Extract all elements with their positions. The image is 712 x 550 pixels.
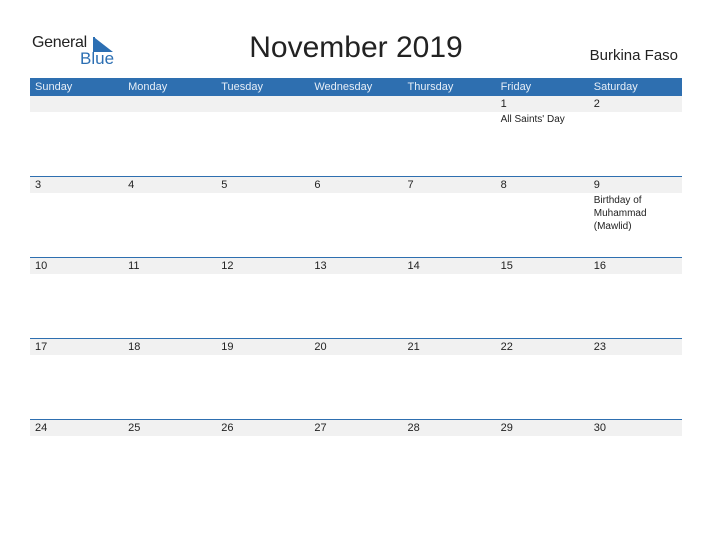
day-number: 3 <box>35 179 42 191</box>
day-number: 6 <box>314 179 321 191</box>
holiday-event <box>123 355 216 356</box>
day-number: 8 <box>500 179 507 191</box>
week-row: 17 18 19 20 21 22 23 <box>30 338 682 356</box>
week-day-numbers: 24 25 26 27 28 29 30 <box>30 419 682 436</box>
holiday-event <box>496 436 589 437</box>
day-number: 4 <box>128 179 135 191</box>
week-row: 3 4 5 6 7 8 9 Birthday of Muhammad (Mawlid) <box>30 176 682 233</box>
week-row: 1 2 All Saints' Day <box>30 96 682 126</box>
holiday-event <box>589 274 682 275</box>
holiday-event <box>309 112 402 126</box>
day-number: 5 <box>221 179 228 191</box>
country-label: Burkina Faso <box>589 47 678 64</box>
holiday-event <box>30 355 123 356</box>
calendar: Sunday Monday Tuesday Wednesday Thursday… <box>30 78 682 436</box>
week-events <box>30 355 682 356</box>
holiday-event <box>30 274 123 275</box>
day-number: 20 <box>314 341 327 353</box>
day-number: 11 <box>128 260 140 272</box>
day-number: 14 <box>407 260 420 272</box>
day-number: 21 <box>407 341 420 353</box>
holiday-event <box>496 193 589 233</box>
holiday-event <box>403 274 496 275</box>
holiday-event <box>403 193 496 233</box>
week-day-numbers: 17 18 19 20 21 22 23 <box>30 338 682 355</box>
weekday-sunday: Sunday <box>35 81 73 93</box>
day-number: 19 <box>221 341 234 353</box>
holiday-event <box>123 274 216 275</box>
day-number: 28 <box>407 422 420 434</box>
day-number: 24 <box>35 422 48 434</box>
holiday-event <box>589 355 682 356</box>
holiday-event <box>403 355 496 356</box>
holiday-event: Birthday of Muhammad (Mawlid) <box>593 195 647 232</box>
day-number: 17 <box>35 341 48 353</box>
day-number: 29 <box>500 422 513 434</box>
weekday-thursday: Thursday <box>407 81 454 93</box>
day-number: 1 <box>500 98 507 110</box>
week-day-numbers: 12 <box>30 96 682 112</box>
day-number <box>30 96 123 112</box>
day-number: 30 <box>593 422 606 434</box>
day-number: 22 <box>500 341 513 353</box>
week-events <box>30 274 682 275</box>
day-number: 10 <box>35 260 48 272</box>
day-number <box>123 96 216 112</box>
holiday-event <box>496 274 589 275</box>
day-number: 16 <box>593 260 606 272</box>
day-number: 23 <box>593 341 606 353</box>
week-events <box>30 436 682 437</box>
holiday-event: All Saints' Day <box>500 114 565 125</box>
holiday-event <box>216 112 309 126</box>
holiday-event <box>30 112 123 126</box>
holiday-event <box>403 436 496 437</box>
day-number: 26 <box>221 422 234 434</box>
weekday-friday: Friday <box>500 81 532 93</box>
day-number <box>216 96 309 112</box>
holiday-event <box>216 193 309 233</box>
day-number <box>309 96 402 112</box>
day-number: 7 <box>407 179 414 191</box>
holiday-event <box>123 436 216 437</box>
holiday-event <box>403 112 496 126</box>
week-row: 24 25 26 27 28 29 30 <box>30 419 682 437</box>
holiday-event <box>30 193 123 233</box>
weekday-wednesday: Wednesday <box>314 81 373 93</box>
day-number: 18 <box>128 341 141 353</box>
holiday-event <box>496 355 589 356</box>
week-events: Birthday of Muhammad (Mawlid) <box>30 193 682 233</box>
week-day-numbers: 10 11 12 13 14 15 16 <box>30 257 682 274</box>
holiday-event <box>309 355 402 356</box>
day-number: 2 <box>593 98 600 110</box>
holiday-event <box>216 436 309 437</box>
weekday-tuesday: Tuesday <box>221 81 264 93</box>
holiday-event <box>30 436 123 437</box>
day-number: 27 <box>314 422 327 434</box>
week-row: 10 11 12 13 14 15 16 <box>30 257 682 275</box>
weekday-monday: Monday <box>128 81 168 93</box>
week-day-numbers: 3 4 5 6 7 8 9 <box>30 176 682 193</box>
holiday-event <box>309 436 402 437</box>
holiday-event <box>216 355 309 356</box>
day-number: 15 <box>500 260 513 272</box>
holiday-event <box>309 274 402 275</box>
day-number <box>403 96 496 112</box>
day-number: 9 <box>593 179 600 191</box>
holiday-event <box>309 193 402 233</box>
holiday-event <box>123 112 216 126</box>
holiday-event <box>216 274 309 275</box>
day-number: 13 <box>314 260 327 272</box>
weekday-saturday: Saturday <box>593 81 638 93</box>
week-events: All Saints' Day <box>30 112 682 126</box>
holiday-event <box>589 112 682 126</box>
holiday-event <box>589 436 682 437</box>
day-number: 12 <box>221 260 234 272</box>
weekday-header: Sunday Monday Tuesday Wednesday Thursday… <box>30 78 682 96</box>
holiday-event <box>123 193 216 233</box>
day-number: 25 <box>128 422 141 434</box>
